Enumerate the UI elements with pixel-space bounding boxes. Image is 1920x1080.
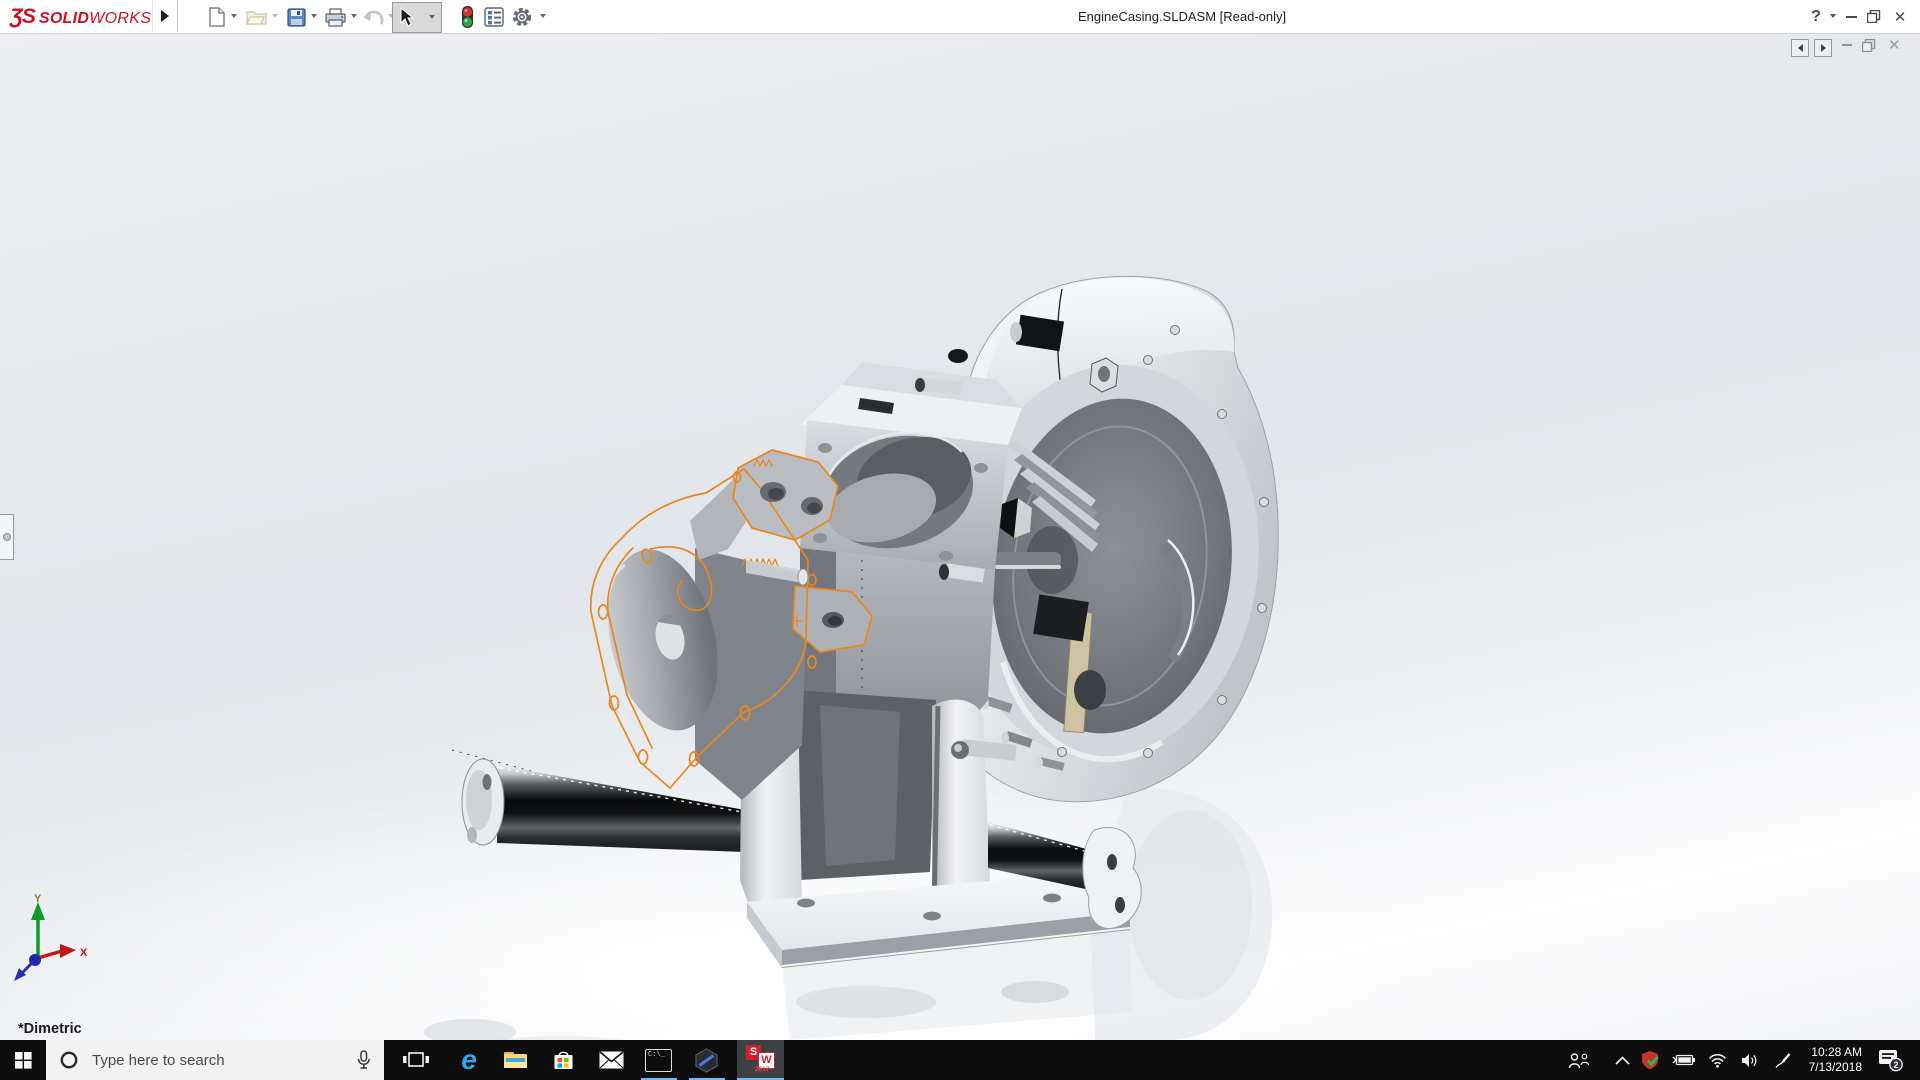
- select-dropdown-caret[interactable]: [429, 15, 435, 19]
- search-input[interactable]: Type here to search: [46, 1040, 384, 1080]
- task-view-icon: [403, 1050, 429, 1070]
- new-document-button[interactable]: [205, 5, 229, 29]
- open-folder-icon: [246, 8, 268, 26]
- restore-button[interactable]: [1864, 0, 1884, 33]
- graphics-viewport[interactable]: Y X: [0, 34, 1920, 1040]
- people-icon: [1568, 1052, 1590, 1069]
- command-prompt-icon: C:\_: [645, 1049, 672, 1072]
- options-dropdown-caret[interactable]: [540, 14, 546, 18]
- save-dropdown-caret[interactable]: [311, 14, 317, 18]
- select-cursor-icon: [399, 7, 415, 27]
- wifi-icon: [1708, 1053, 1727, 1068]
- save-button[interactable]: [284, 5, 308, 29]
- mail-icon: [599, 1051, 624, 1069]
- close-button[interactable]: ✕: [1890, 0, 1910, 33]
- rebuild-traffic-light-icon: [461, 5, 474, 29]
- save-floppy-icon: [287, 8, 306, 27]
- tray-network-button[interactable]: [1704, 1040, 1730, 1080]
- notification-center-icon: 2: [1878, 1049, 1904, 1072]
- print-button[interactable]: [323, 5, 347, 29]
- doc-restore-button[interactable]: [1862, 39, 1876, 57]
- taskbar-app-mail[interactable]: [588, 1040, 634, 1080]
- window-title: EngineCasing.SLDASM [Read-only]: [1078, 9, 1286, 24]
- display-pane-button[interactable]: [482, 5, 506, 29]
- edge-icon: e: [461, 1047, 477, 1073]
- tray-antivirus-button[interactable]: [1638, 1040, 1664, 1080]
- open-document-button[interactable]: [245, 5, 269, 29]
- store-icon: [552, 1049, 575, 1071]
- tray-clock[interactable]: 10:28 AM 7/13/2018: [1800, 1045, 1862, 1075]
- taskbar-app-command-prompt[interactable]: C:\_: [636, 1040, 681, 1080]
- tray-volume-button[interactable]: [1736, 1040, 1762, 1080]
- taskbar-app-solidworks[interactable]: S W 2017: [737, 1040, 784, 1080]
- pane-collapse-left-button[interactable]: [1791, 39, 1809, 57]
- svg-text:Y: Y: [34, 893, 42, 905]
- arrow-right-icon: [1821, 44, 1826, 52]
- start-button[interactable]: [0, 1040, 46, 1080]
- help-button[interactable]: ?: [1806, 0, 1826, 33]
- new-dropdown-caret[interactable]: [231, 14, 237, 18]
- chevron-up-icon: [1615, 1056, 1630, 1065]
- battery-charging-icon: [1672, 1053, 1696, 1067]
- cortana-icon: [60, 1051, 78, 1069]
- menu-flyout-button[interactable]: [152, 0, 178, 32]
- arrow-left-icon: [1798, 44, 1803, 52]
- print-dropdown-caret[interactable]: [351, 14, 357, 18]
- undo-button[interactable]: [361, 5, 385, 29]
- rebuild-button[interactable]: [455, 5, 479, 29]
- close-icon: ✕: [1894, 8, 1907, 26]
- search-placeholder: Type here to search: [92, 1052, 225, 1069]
- undo-arrow-icon: [362, 8, 384, 26]
- windows-ink-pen-icon: [1774, 1052, 1792, 1069]
- display-pane-icon: [484, 7, 504, 27]
- solidworks-2017-icon: S W 2017: [746, 1045, 776, 1071]
- help-dropdown-caret[interactable]: [1830, 14, 1836, 18]
- tray-overflow-button[interactable]: [1612, 1040, 1632, 1080]
- options-button[interactable]: [510, 5, 534, 29]
- doc-minimize-icon: [1842, 44, 1852, 46]
- doc-restore-icon: [1862, 39, 1876, 52]
- flyout-arrow-icon: [161, 10, 169, 22]
- right-flange: [1083, 828, 1141, 929]
- windows-logo-icon: [15, 1052, 32, 1069]
- doc-minimize-button[interactable]: [1842, 44, 1852, 46]
- open-dropdown-caret: [272, 14, 278, 18]
- microphone-icon: [356, 1050, 371, 1070]
- select-tool-button[interactable]: [392, 2, 442, 33]
- hexagon-app-icon: [694, 1048, 719, 1073]
- minimize-button[interactable]: [1842, 0, 1860, 33]
- taskbar: Type here to search e C:\_ S W 2017: [0, 1040, 1920, 1080]
- volume-icon: [1741, 1053, 1758, 1068]
- tray-people-button[interactable]: [1566, 1040, 1592, 1080]
- view-orientation-label: *Dimetric: [18, 1021, 82, 1037]
- clock-date: 7/13/2018: [1800, 1060, 1862, 1075]
- taskbar-app-hexagon[interactable]: [684, 1040, 729, 1080]
- taskbar-app-edge[interactable]: e: [446, 1040, 492, 1080]
- tray-battery-button[interactable]: [1670, 1040, 1698, 1080]
- printer-icon: [325, 8, 346, 27]
- tray-notification-button[interactable]: 2: [1874, 1040, 1908, 1080]
- file-explorer-icon: [503, 1050, 528, 1070]
- taskbar-app-file-explorer[interactable]: [492, 1040, 538, 1080]
- taskbar-app-store[interactable]: [540, 1040, 586, 1080]
- tray-ink-button[interactable]: [1770, 1040, 1796, 1080]
- task-view-button[interactable]: [394, 1040, 438, 1080]
- 3ds-logo-mark: ƷS: [10, 5, 35, 28]
- minimize-icon: [1846, 16, 1857, 18]
- doc-close-icon: ✕: [1888, 37, 1901, 54]
- notification-badge: 2: [1893, 1060, 1898, 1070]
- doc-close-button[interactable]: ✕: [1888, 36, 1901, 54]
- svg-text:X: X: [80, 947, 88, 959]
- pane-tab-handle-icon: [3, 533, 11, 541]
- feature-pane-tab[interactable]: [0, 514, 14, 560]
- pane-collapse-right-button[interactable]: [1814, 39, 1832, 57]
- solidworks-logo: ƷSSOLIDWORKS: [10, 5, 151, 29]
- clock-time: 10:28 AM: [1800, 1045, 1862, 1060]
- antivirus-shield-icon: [1641, 1050, 1661, 1071]
- engine-casing-model: Y X: [0, 34, 1920, 1040]
- restore-icon: [1867, 10, 1881, 23]
- options-gear-icon: [511, 6, 533, 28]
- new-document-icon: [208, 7, 226, 27]
- title-bar: ƷSSOLIDWORKS EngineCasing.SLDASM [Read-o…: [0, 0, 1920, 34]
